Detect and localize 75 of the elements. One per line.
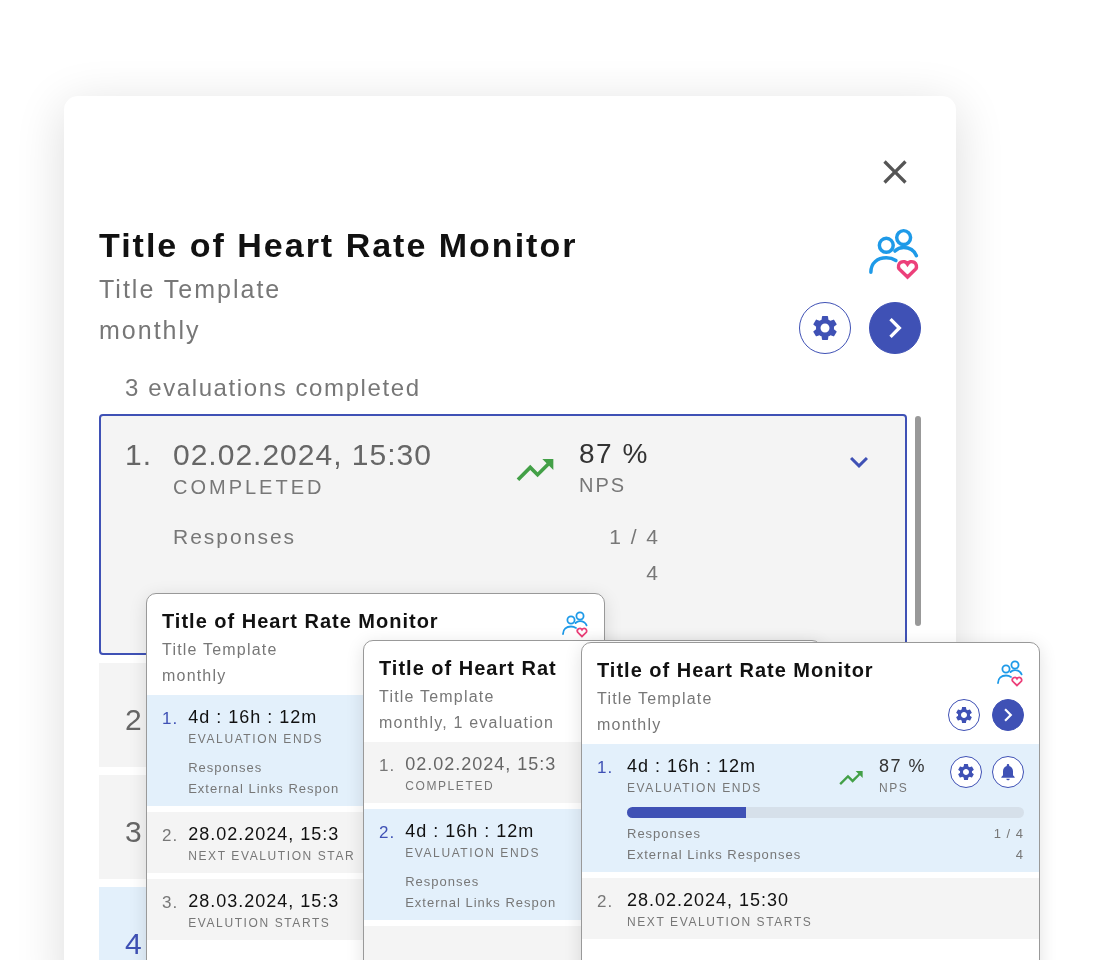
evaluation-row[interactable]: 1. 02.02.2024, 15:3 COMPLETED: [364, 742, 581, 803]
bell-button[interactable]: [992, 756, 1024, 788]
nps-label: NPS: [879, 781, 909, 795]
template-name: Title Template: [379, 688, 495, 706]
row-status: EVALUATION ENDS: [405, 846, 541, 860]
row-status: NEXT EVALUTION STARTS: [627, 915, 813, 929]
row-number: 2.: [597, 891, 615, 913]
settings-button[interactable]: [799, 302, 851, 354]
metric-value: 4: [646, 561, 660, 585]
metric-value: 1 / 4: [993, 826, 1024, 841]
row-number: 1.: [597, 757, 615, 779]
users-heart-icon: [996, 659, 1024, 687]
row-title: 4d : 16h : 12m: [627, 756, 757, 777]
evaluation-row[interactable]: 2. 28.02.2024, 15:30 NEXT EVALUTION STARTS: [582, 878, 1039, 939]
row-number: 1.: [162, 708, 179, 730]
row-status: NEXT EVALUTION STAR: [188, 849, 356, 863]
row-number: 3.: [162, 892, 179, 914]
settings-button[interactable]: [948, 699, 980, 731]
template-name: Title Template: [99, 275, 282, 304]
evaluation-row[interactable]: 1. 4d : 16h : 12m EVALUATION ENDS 87 % NPS Responses 1 / 4 External Links Responses 4: [582, 744, 1039, 872]
metric-value: 4: [1015, 847, 1024, 862]
row-status: EVALUTION STARTS: [188, 916, 331, 930]
next-button[interactable]: [992, 699, 1024, 731]
evaluation-row[interactable]: 1. 4d : 16h : 12m EVALUATION ENDS Responses External Links Respon: [147, 695, 364, 806]
metric-label: Responses: [627, 826, 702, 841]
bell-icon: [998, 762, 1018, 782]
next-button[interactable]: [869, 302, 921, 354]
monitor-title: Title of Heart Rat: [379, 657, 557, 680]
row-status: EVALUATION ENDS: [188, 732, 324, 746]
row-title: 02.02.2024, 15:3: [405, 754, 557, 775]
nps-value: 87 %: [579, 438, 649, 470]
users-heart-icon: [867, 226, 921, 280]
metric-value: 1 / 4: [609, 525, 660, 549]
row-number: 2.: [162, 825, 179, 847]
frequency: monthly, 1 evaluation: [379, 714, 555, 732]
row-number: 2: [125, 702, 144, 738]
evaluation-row[interactable]: 3. 28.03.2024, 15:3 EVALUTION STARTS: [147, 879, 364, 940]
evaluation-row[interactable]: 2. 4d : 16h : 12m EVALUATION ENDS Responses External Links Respon: [364, 809, 581, 920]
metric-label: Responses: [173, 525, 297, 549]
row-title: 4d : 16h : 12m: [405, 821, 535, 842]
row-title: 4d : 16h : 12m: [188, 707, 318, 728]
template-name: Title Template: [597, 690, 713, 708]
evaluations-summary: 3 evaluations completed: [125, 374, 422, 402]
metric-label: External Links Responses: [627, 847, 802, 862]
monitor-title: Title of Heart Rate Monitor: [162, 610, 439, 633]
row-number: 4: [125, 926, 144, 960]
row-status: COMPLETED: [405, 779, 495, 793]
row-status: EVALUATION ENDS: [627, 781, 762, 795]
gear-icon: [954, 705, 974, 725]
row-number: 3: [125, 814, 144, 850]
gear-icon: [810, 313, 840, 343]
settings-button[interactable]: [950, 756, 982, 788]
monitor-title: Title of Heart Rate Monitor: [597, 659, 874, 682]
row-title: 28.02.2024, 15:3: [188, 824, 340, 845]
evaluation-date: 02.02.2024, 15:30: [173, 438, 432, 472]
row-title: 28.03.2024, 15:3: [188, 891, 340, 912]
metric-label: External Links Respon: [188, 781, 340, 796]
evaluation-status: COMPLETED: [173, 476, 325, 499]
row-number: 1.: [379, 755, 396, 777]
row-title: 28.02.2024, 15:30: [627, 890, 790, 911]
metric-label: External Links Respon: [405, 895, 557, 910]
evaluation-row[interactable]: 2. 28.02.2024, 15:3 NEXT EVALUTION STAR: [147, 812, 364, 873]
frequency: monthly: [99, 316, 201, 345]
metric-label: Responses: [405, 874, 480, 889]
nps-value: 87 %: [879, 756, 927, 777]
frequency: monthly: [597, 716, 662, 734]
users-heart-icon: [561, 610, 589, 638]
metric-label: Responses: [188, 760, 263, 775]
row-number: 2.: [379, 822, 396, 844]
frequency: monthly: [162, 667, 227, 685]
nps-label: NPS: [579, 474, 627, 497]
scrollbar[interactable]: [915, 416, 921, 626]
row-number: 1.: [125, 438, 154, 473]
gear-icon: [956, 762, 976, 782]
monitor-title: Title of Heart Rate Monitor: [99, 226, 578, 265]
